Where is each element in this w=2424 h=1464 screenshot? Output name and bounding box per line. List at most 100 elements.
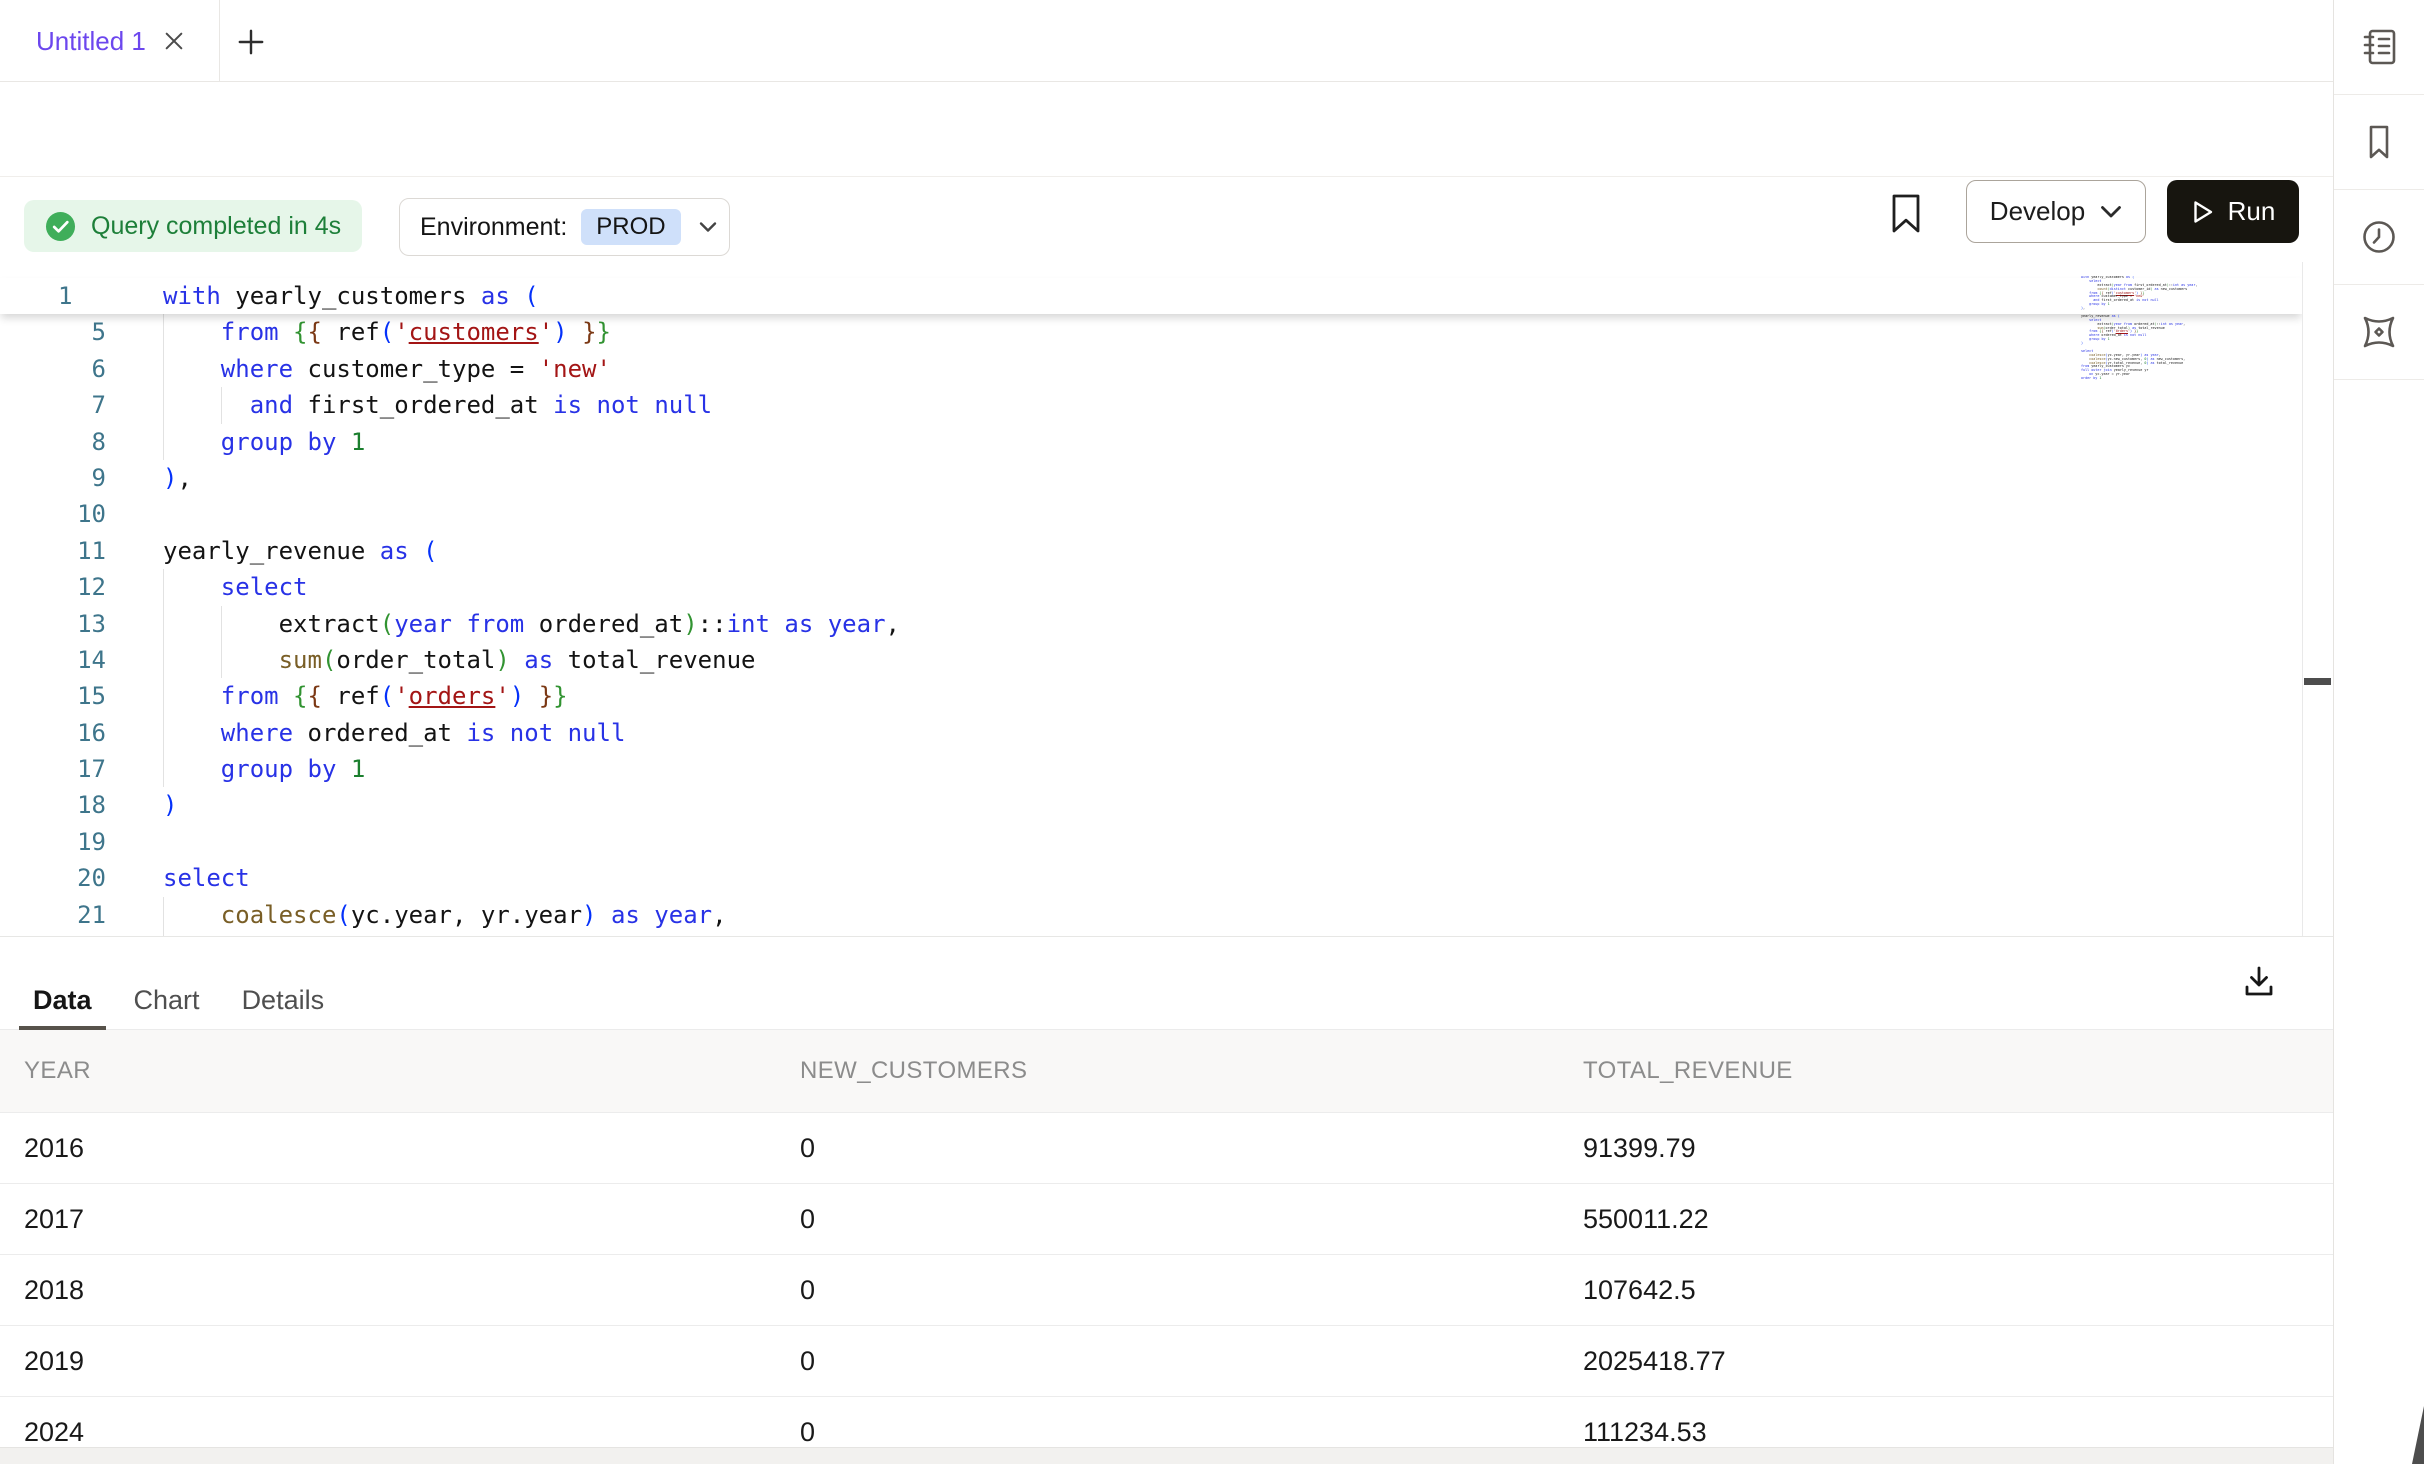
line-number: 21 (0, 897, 106, 933)
tab-bar: Untitled 1 (0, 0, 2333, 82)
line-number: 16 (0, 715, 106, 751)
line-number: 8 (0, 424, 106, 460)
sidebar-item-explore[interactable] (2334, 285, 2424, 380)
code-line-1[interactable]: 1with yearly_customers as ( (0, 278, 2302, 314)
table-cell: 2025418.77 (1583, 1346, 2333, 1377)
line-number: 14 (0, 642, 106, 678)
sidebar-item-history[interactable] (2334, 190, 2424, 285)
tab-details[interactable]: Details (228, 971, 339, 1030)
table-header-row: YEARNEW_CUSTOMERSTOTAL_REVENUE (0, 1030, 2333, 1113)
tab-chart[interactable]: Chart (120, 971, 214, 1030)
line-number: 19 (0, 824, 106, 860)
column-header: TOTAL_REVENUE (1583, 1057, 2333, 1085)
table-cell: 91399.79 (1583, 1133, 2333, 1164)
bookmark-icon (2357, 120, 2401, 164)
code-line-6[interactable]: 6 where customer_type = 'new' (0, 351, 2302, 387)
table-cell: 0 (800, 1417, 1583, 1448)
run-button[interactable]: Run (2167, 180, 2299, 243)
line-number: 10 (0, 496, 106, 532)
column-header: NEW_CUSTOMERS (800, 1057, 1583, 1085)
code-line-18[interactable]: 18) (0, 787, 2302, 823)
table-cell: 2024 (24, 1417, 800, 1448)
minimap[interactable]: with yearly_customers as ( select extrac… (2081, 276, 2231, 388)
code-scroll-area[interactable]: 5 from {{ ref('customers') }}6 where cus… (0, 314, 2302, 936)
plus-icon[interactable] (234, 25, 268, 59)
run-label: Run (2228, 196, 2276, 227)
environment-value-badge: PROD (581, 209, 680, 245)
code-line-15[interactable]: 15 from {{ ref('orders') }} (0, 678, 2302, 714)
check-circle-icon (45, 211, 76, 242)
code-line-11[interactable]: 11yearly_revenue as ( (0, 533, 2302, 569)
code-line-8[interactable]: 8 group by 1 (0, 424, 2302, 460)
code-line-13[interactable]: 13 extract(year from ordered_at)::int as… (0, 606, 2302, 642)
line-number: 7 (0, 387, 106, 423)
app-window: Untitled 1 Develop Run (0, 0, 2424, 1464)
minimap-line: order by 1 (2081, 377, 2231, 381)
results-panel: DataChartDetails YEARNEW_CUSTOMERSTOTAL_… (0, 936, 2333, 1464)
code-line-9[interactable]: 9), (0, 460, 2302, 496)
table-cell: 0 (800, 1133, 1583, 1164)
query-status-badge: Query completed in 4s (24, 200, 362, 252)
line-number: 20 (0, 860, 106, 896)
data-table: 2016091399.7920170550011.2220180107642.5… (0, 1113, 2333, 1464)
line-number: 15 (0, 678, 106, 714)
environment-selector[interactable]: Environment: PROD (399, 198, 730, 256)
table-cell: 2017 (24, 1204, 800, 1235)
column-header: YEAR (24, 1057, 800, 1085)
code-line-19[interactable]: 19 (0, 824, 2302, 860)
table-cell: 0 (800, 1204, 1583, 1235)
table-row[interactable]: 2016091399.79 (0, 1113, 2333, 1184)
code-line-20[interactable]: 20select (0, 860, 2302, 896)
line-number: 11 (0, 533, 106, 569)
results-tab-bar: DataChartDetails (0, 937, 2333, 1030)
code-line-10[interactable]: 10 (0, 496, 2302, 532)
sql-editor[interactable]: 1with yearly_customers as ( 5 from {{ re… (0, 262, 2303, 936)
code-line-5[interactable]: 5 from {{ ref('customers') }} (0, 314, 2302, 350)
query-status-text: Query completed in 4s (91, 212, 341, 241)
line-number: 13 (0, 606, 106, 642)
table-cell: 107642.5 (1583, 1275, 2333, 1306)
environment-label: Environment: (420, 213, 567, 242)
table-cell: 2018 (24, 1275, 800, 1306)
toolbar: Develop Run (0, 82, 2333, 177)
line-number: 12 (0, 569, 106, 605)
line-number: 1 (0, 278, 72, 314)
develop-button[interactable]: Develop (1966, 180, 2146, 243)
line-number: 9 (0, 460, 106, 496)
develop-label: Develop (1990, 196, 2085, 227)
chevron-down-icon (2100, 205, 2122, 219)
line-number: 18 (0, 787, 106, 823)
table-cell: 0 (800, 1275, 1583, 1306)
explore-icon (2356, 309, 2402, 355)
table-row[interactable]: 201902025418.77 (0, 1326, 2333, 1397)
table-cell: 550011.22 (1583, 1204, 2333, 1235)
bookmark-icon[interactable] (1884, 189, 1928, 239)
code-line-21[interactable]: 21 coalesce(yc.year, yr.year) as year, (0, 897, 2302, 933)
editor-scrollbar-thumb[interactable] (2304, 678, 2331, 685)
close-icon[interactable] (163, 30, 185, 52)
chevron-down-icon (699, 221, 717, 234)
table-cell: 2019 (24, 1346, 800, 1377)
code-line-12[interactable]: 12 select (0, 569, 2302, 605)
code-line-17[interactable]: 17 group by 1 (0, 751, 2302, 787)
sticky-code-line[interactable]: 1with yearly_customers as ( (0, 278, 2302, 314)
code-line-16[interactable]: 16 where ordered_at is not null (0, 715, 2302, 751)
code-line-14[interactable]: 14 sum(order_total) as total_revenue (0, 642, 2302, 678)
download-icon[interactable] (2233, 956, 2285, 1008)
table-row[interactable]: 20180107642.5 (0, 1255, 2333, 1326)
horizontal-scrollbar-track[interactable] (0, 1447, 2333, 1464)
history-icon (2357, 215, 2401, 259)
table-cell: 2016 (24, 1133, 800, 1164)
tab-data[interactable]: Data (19, 971, 106, 1030)
table-cell: 111234.53 (1583, 1417, 2333, 1448)
resize-grip[interactable] (2412, 1406, 2424, 1464)
code-line-7[interactable]: 7 and first_ordered_at is not null (0, 387, 2302, 423)
tab-label: Untitled 1 (36, 26, 146, 57)
notebook-icon (2357, 25, 2401, 69)
table-cell: 0 (800, 1346, 1583, 1377)
tab-untitled-1[interactable]: Untitled 1 (0, 0, 220, 82)
right-sidebar (2333, 0, 2424, 1464)
sidebar-item-bookmark[interactable] (2334, 95, 2424, 190)
sidebar-item-notebook[interactable] (2334, 0, 2424, 95)
table-row[interactable]: 20170550011.22 (0, 1184, 2333, 1255)
